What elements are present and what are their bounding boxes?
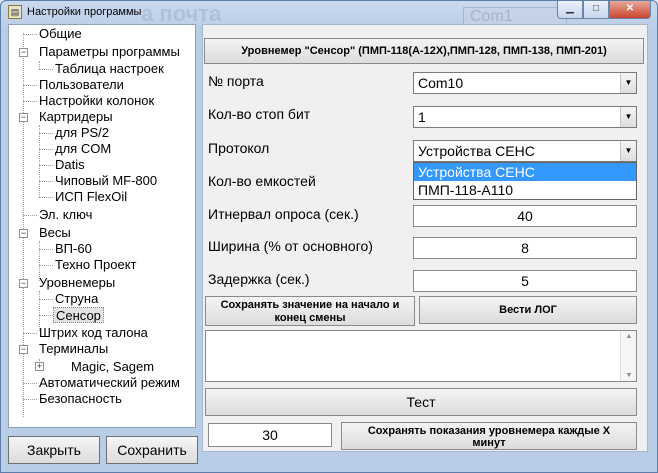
tree-item-columns[interactable]: Настройки колонок [39,93,154,109]
save-period-line2: минут [472,437,506,449]
log-memo[interactable]: ▲ ▼ [205,330,637,382]
port-value: Com10 [418,75,464,91]
save-shift-line1: Сохранять значение на начало и [220,299,400,311]
tree-item-flexoil[interactable]: ИСП FlexOil [55,189,127,205]
tanks-label: Кол-во емкостей [208,173,316,189]
protocol-dropdown[interactable]: Устройства СЕНС ПМП-118-А110 [413,162,637,200]
protocol-combo[interactable]: Устройства СЕНС ▼ [413,140,637,162]
tree-item-level-gauges[interactable]: Уровнемеры [39,275,115,291]
width-input[interactable]: 8 [413,237,637,259]
window-title: Настройки программы [27,6,142,18]
close-button[interactable]: Закрыть [8,436,100,464]
tree-item-barcode[interactable]: Штрих код талона [39,325,148,341]
protocol-value: Устройства СЕНС [418,143,535,159]
stopbits-combo[interactable]: 1 ▼ [413,106,637,128]
tree-item-com[interactable]: для COM [55,141,111,157]
save-shift-button[interactable]: Сохранять значение на начало и конец сме… [205,296,415,326]
maximize-icon[interactable]: □ [583,1,609,19]
delay-label: Задержка (сек.) [208,271,310,287]
expand-toggle-icon[interactable]: + [35,362,44,371]
save-shift-line2: конец смены [274,312,346,324]
collapse-toggle-icon[interactable]: − [19,279,28,288]
delay-input[interactable]: 5 [413,270,637,292]
tree-item-users[interactable]: Пользователи [39,77,124,93]
tree-item-ps2[interactable]: для PS/2 [55,125,109,141]
tree-item-security[interactable]: Безопасность [39,391,122,407]
log-button[interactable]: Вести ЛОГ [419,296,637,324]
tree-item-mf800[interactable]: Чиповый MF-800 [55,173,157,189]
tree-item-settings-table[interactable]: Таблица настроек [55,61,164,77]
save-button[interactable]: Сохранить [106,436,198,464]
tree-item-program-params[interactable]: Параметры программы [39,44,180,60]
period-input[interactable]: 30 [208,423,332,447]
chevron-down-icon[interactable]: ▼ [620,107,636,127]
memo-scrollbar[interactable]: ▲ ▼ [620,331,636,381]
protocol-label: Протокол [208,140,270,156]
save-period-button[interactable]: Сохранять показания уровнемера каждые Х … [341,422,637,450]
settings-tree[interactable]: − − − − − + Общие Параметры программы Та… [8,24,196,428]
collapse-toggle-icon[interactable]: − [19,229,28,238]
tree-item-el-key[interactable]: Эл. ключ [39,207,92,223]
tree-item-struna[interactable]: Струна [55,291,98,307]
chevron-down-icon[interactable]: ▼ [620,141,636,161]
stopbits-label: Кол-во стоп бит [208,106,311,122]
stopbits-value: 1 [418,109,426,125]
tree-item-tekhno-proekt[interactable]: Техно Проект [55,257,137,273]
collapse-toggle-icon[interactable]: − [19,48,28,57]
port-combo[interactable]: Com10 ▼ [413,72,637,94]
tree-item-cardreaders[interactable]: Картридеры [39,109,113,125]
tree-item-general[interactable]: Общие [39,26,82,42]
title-bar: ▤ Настройки программы а почта Com1 ▁ □ ✕ [1,1,657,27]
port-label: № порта [208,73,264,89]
tree-item-scales[interactable]: Весы [39,225,71,241]
tree-item-terminals[interactable]: Терминалы [39,341,108,357]
width-label: Ширина (% от основного) [208,238,373,254]
interval-label: Итнервал опроса (сек.) [208,206,359,222]
collapse-toggle-icon[interactable]: − [19,345,28,354]
protocol-option[interactable]: Устройства СЕНС [414,163,636,181]
scroll-down-icon[interactable]: ▼ [621,372,637,379]
protocol-option[interactable]: ПМП-118-А110 [414,181,636,199]
chevron-down-icon[interactable]: ▼ [620,73,636,93]
scroll-up-icon[interactable]: ▲ [621,333,637,340]
tree-item-sensor[interactable]: Сенсор [53,307,104,323]
tree-item-vp60[interactable]: ВП-60 [55,241,92,257]
save-period-line1: Сохранять показания уровнемера каждые Х [367,425,611,437]
close-icon[interactable]: ✕ [609,1,651,19]
device-header[interactable]: Уровнемер "Сенсор" (ПМП-118(А-12Х),ПМП-1… [204,38,644,64]
tree-item-datis[interactable]: Datis [55,157,85,173]
minimize-icon[interactable]: ▁ [557,1,583,19]
app-icon: ▤ [8,5,22,19]
test-button[interactable]: Тест [205,388,637,416]
tree-item-auto-mode[interactable]: Автоматический режим [39,375,180,391]
collapse-toggle-icon[interactable]: − [19,113,28,122]
interval-input[interactable]: 40 [413,205,637,227]
tree-item-magic-sagem[interactable]: Magic, Sagem [71,359,154,375]
